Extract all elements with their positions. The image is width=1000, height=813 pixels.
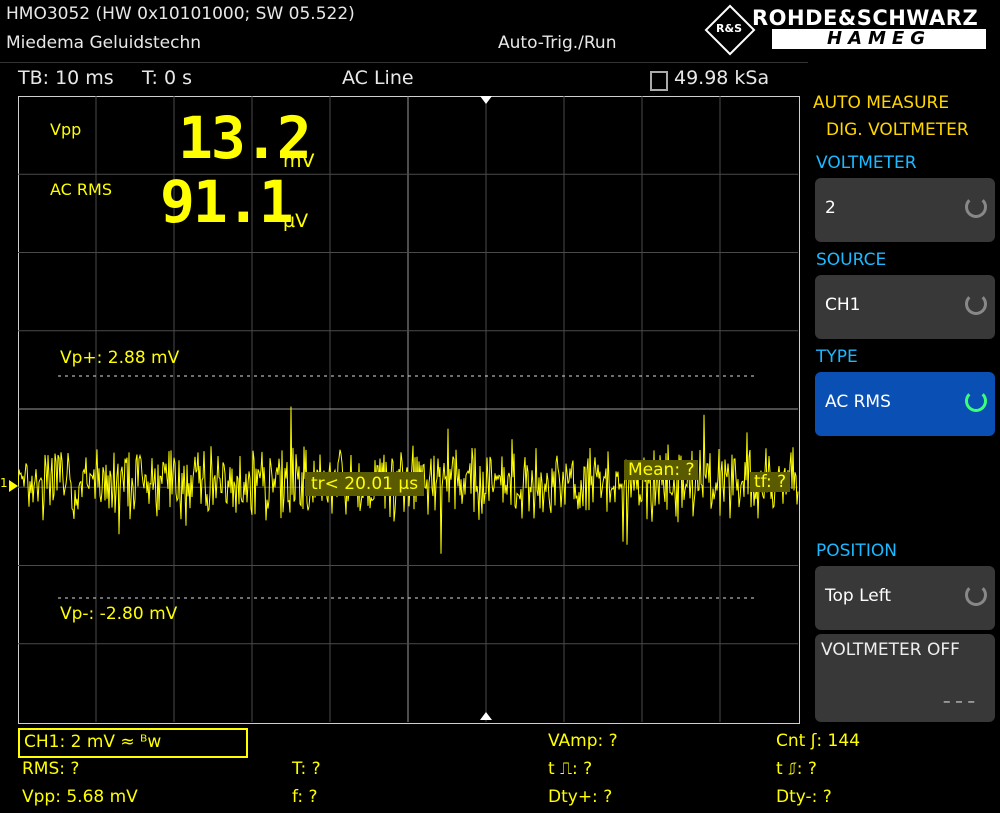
ch1-settings: CH1: 2 mV ≈ ᴮw <box>24 732 162 752</box>
rise-time-label: tr< 20.01 µs <box>305 472 425 496</box>
rotary-knob-icon <box>965 584 987 606</box>
mean-label: Mean: ? <box>624 460 699 480</box>
owner-name: Miedema Geluidstechn <box>6 33 202 53</box>
trigger-position-marker-bottom <box>480 712 492 720</box>
voltmeter-off-value: – – – <box>942 692 975 710</box>
voltmeter-off-label: VOLTMETER OFF <box>821 640 960 660</box>
measure-rms: RMS: ? <box>22 759 80 779</box>
source-button[interactable]: CH1 <box>815 275 995 339</box>
fall-time-label: tf: ? <box>750 472 791 492</box>
measure-vpp: Vpp: 5.68 mV <box>22 787 138 807</box>
brand-sub: HAMEG <box>772 29 986 49</box>
source-value: CH1 <box>825 295 861 315</box>
channel-arrow-icon <box>9 480 18 492</box>
voltmeter-label-2: AC RMS <box>50 180 112 199</box>
type-heading: TYPE <box>816 347 858 367</box>
measure-frequency: f: ? <box>292 787 318 807</box>
measure-neg-width: t ⎎: ? <box>776 759 817 779</box>
voltmeter-value: 2 <box>825 198 836 218</box>
voltmeter-button[interactable]: 2 <box>815 178 995 242</box>
voltmeter-heading: VOLTMETER <box>816 153 917 173</box>
brand-name: ROHDE&SCHWARZ <box>752 6 979 30</box>
measure-pos-width: t ⎍: ? <box>548 759 593 779</box>
vp-minus-label: Vp-: -2.80 mV <box>60 604 178 624</box>
vp-plus-label: Vp+: 2.88 mV <box>60 348 180 368</box>
trigger-time: T: 0 s <box>142 67 192 89</box>
trigger-position-marker <box>480 96 492 104</box>
rotary-knob-active-icon <box>965 390 987 412</box>
voltmeter-value-2: 91.1 <box>160 168 294 236</box>
type-button[interactable]: AC RMS <box>815 372 995 436</box>
trigger-source: AC Line <box>342 67 414 89</box>
type-value: AC RMS <box>825 392 891 412</box>
graticule <box>18 96 799 722</box>
voltmeter-off-button[interactable]: VOLTMETER OFF – – – <box>815 634 995 722</box>
measure-duty-neg: Dty-: ? <box>776 787 832 807</box>
measure-duty-pos: Dty+: ? <box>548 787 613 807</box>
ch1-info-box[interactable]: CH1: 2 mV ≈ ᴮw <box>18 728 248 758</box>
voltmeter-label-1: Vpp <box>50 120 82 139</box>
memory-icon <box>650 71 668 91</box>
measure-vamp: VAmp: ? <box>548 731 618 751</box>
menu-subtitle: DIG. VOLTMETER <box>826 120 969 140</box>
source-heading: SOURCE <box>816 250 887 270</box>
rotary-knob-icon <box>965 293 987 315</box>
measure-count: Cnt ʃ: 144 <box>776 731 861 751</box>
model-info: HMO3052 (HW 0x10101000; SW 05.522) <box>6 4 355 24</box>
status-bar: TB: 10 ms T: 0 s AC Line 49.98 kSa <box>0 62 808 95</box>
measure-period: T: ? <box>292 759 321 779</box>
position-heading: POSITION <box>816 541 897 561</box>
trigger-mode: Auto-Trig./Run <box>498 33 617 53</box>
rs-emblem-text: R&S <box>716 22 742 35</box>
rotary-knob-icon <box>965 196 987 218</box>
menu-title: AUTO MEASURE <box>813 93 950 113</box>
position-value: Top Left <box>825 586 892 606</box>
channel-marker: 1 <box>0 476 8 490</box>
sample-rate: 49.98 kSa <box>674 67 770 89</box>
brand-logo: R&S ROHDE&SCHWARZ HAMEG <box>704 4 996 56</box>
timebase: TB: 10 ms <box>18 67 114 89</box>
position-button[interactable]: Top Left <box>815 566 995 630</box>
voltmeter-unit-2: µV <box>283 210 309 232</box>
